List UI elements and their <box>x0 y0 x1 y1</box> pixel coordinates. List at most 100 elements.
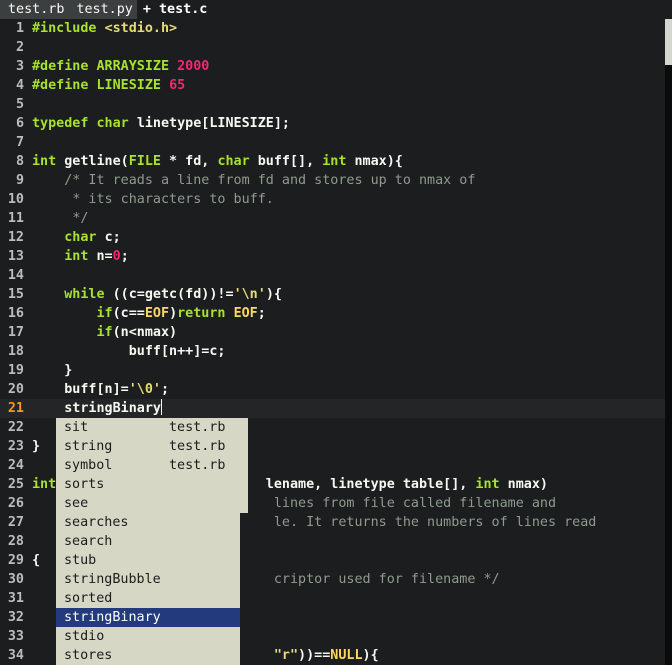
code-line[interactable]: 14 <box>0 266 665 285</box>
completion-word: stores <box>64 648 113 663</box>
line-number: 29 <box>7 553 24 568</box>
code-text: buff[n++]=c; <box>32 344 226 359</box>
line-number: 21 <box>7 401 24 416</box>
code-line[interactable]: 19 } <box>0 361 665 380</box>
completion-word: sorts <box>64 477 105 492</box>
line-number: 4 <box>15 78 24 93</box>
code-line[interactable]: 18 buff[n++]=c; <box>0 342 665 361</box>
code-token: '\n' <box>233 287 266 302</box>
code-token: criptor used for filename */ <box>273 572 500 587</box>
line-number: 26 <box>7 496 24 511</box>
tab-0[interactable]: test.rb <box>0 0 69 19</box>
code-token: le. It returns the numbers of lines read <box>273 515 597 530</box>
code-line[interactable]: 4 #define LINESIZE 65 <box>0 76 665 95</box>
completion-item[interactable]: sorts <box>56 475 240 494</box>
code-line[interactable]: 12 char c; <box>0 228 665 247</box>
completion-word: string <box>64 439 113 454</box>
code-line[interactable]: 1 #include <stdio.h> <box>0 19 665 38</box>
code-line[interactable]: 10 * its characters to buff. <box>0 190 665 209</box>
editor-scrollbar[interactable] <box>665 19 672 665</box>
code-token: ){ <box>265 287 282 302</box>
code-line[interactable]: 6 typedef char linetype[LINESIZE]; <box>0 114 665 133</box>
line-number: 2 <box>15 40 24 55</box>
code-token: char <box>217 154 258 169</box>
completion-source: test.rb <box>169 439 226 454</box>
code-token: while <box>64 287 113 302</box>
tab-1[interactable]: test.py <box>68 0 137 19</box>
code-line[interactable]: 7 <box>0 133 665 152</box>
line-number: 25 <box>7 477 24 492</box>
editor-scrollbar-thumb[interactable] <box>665 19 672 65</box>
tab-2[interactable]: + test.c <box>136 0 214 19</box>
code-line[interactable]: 15 while ((c=getc(fd))!='\n'){ <box>0 285 665 304</box>
completion-word: sit <box>64 420 89 435</box>
completion-item[interactable]: stores <box>56 646 240 665</box>
code-text: typedef char linetype[LINESIZE]; <box>32 116 290 131</box>
code-token: /* It reads a line from fd and stores up… <box>64 173 476 188</box>
completion-item[interactable]: stringBubble <box>56 570 240 589</box>
completion-item[interactable]: search <box>56 532 240 551</box>
code-line[interactable]: 13 int n=0; <box>0 247 665 266</box>
code-line[interactable]: 21 stringBinary <box>0 399 665 418</box>
line-number: 14 <box>7 268 24 283</box>
code-token: ){ <box>362 648 379 663</box>
code-token: <stdio.h> <box>104 21 178 36</box>
code-token: 0 <box>112 249 121 264</box>
code-token: 65 <box>169 78 186 93</box>
code-line[interactable]: 5 <box>0 95 665 114</box>
line-number: 33 <box>7 629 24 644</box>
code-line[interactable]: 8 int getline(FILE * fd, char buff[], int… <box>0 152 665 171</box>
code-line[interactable]: 11 */ <box>0 209 665 228</box>
code-token: nmax){ <box>354 154 403 169</box>
line-number: 20 <box>7 382 24 397</box>
code-token: typedef <box>32 116 97 131</box>
code-token: int <box>32 154 65 169</box>
completion-item[interactable]: stub <box>56 551 240 570</box>
code-token: if <box>96 325 113 340</box>
code-token: } <box>32 439 41 454</box>
tabline-fill <box>213 0 672 19</box>
code-line[interactable]: 2 <box>0 38 665 57</box>
completion-item[interactable]: stringBinary <box>56 608 240 627</box>
code-token: ARRAYSIZE <box>96 59 178 74</box>
code-line[interactable]: 9 /* It reads a line from fd and stores … <box>0 171 665 190</box>
tabline: test.rb test.py + test.c <box>0 0 672 19</box>
completion-item[interactable]: sorted <box>56 589 240 608</box>
code-token: * fd, <box>161 154 218 169</box>
line-number: 18 <box>7 344 24 359</box>
code-token: ; <box>257 306 266 321</box>
code-token: ((c=getc(fd))!= <box>112 287 234 302</box>
code-line[interactable]: 20 buff[n]='\0'; <box>0 380 665 399</box>
code-line[interactable]: 16 if(c==EOF)return EOF; <box>0 304 665 323</box>
completion-item[interactable]: stdio <box>56 627 240 646</box>
completion-popup-scrollbar[interactable] <box>240 418 248 665</box>
completion-word: stringBubble <box>64 572 161 587</box>
code-line[interactable]: 3 #define ARRAYSIZE 2000 <box>0 57 665 76</box>
completion-item[interactable]: sit test.rb <box>56 418 240 437</box>
code-line[interactable]: 17 if(n<nmax) <box>0 323 665 342</box>
code-token: ; <box>120 249 129 264</box>
code-token: ; <box>161 382 170 397</box>
completion-item[interactable]: string test.rb <box>56 437 240 456</box>
completion-popup[interactable]: sit test.rb string test.rb symbol test.rb sort… <box>56 418 240 665</box>
code-token: */ <box>72 211 89 226</box>
code-token: stringBinary <box>64 401 161 416</box>
completion-item[interactable]: searches <box>56 513 240 532</box>
completion-word: search <box>64 534 113 549</box>
line-number: 15 <box>7 287 24 302</box>
code-text: } <box>32 363 72 378</box>
completion-source: test.rb <box>169 458 226 473</box>
completion-item[interactable]: see <box>56 494 240 513</box>
completion-popup-scrollbar-thumb[interactable] <box>240 418 248 513</box>
text-cursor <box>161 399 162 415</box>
completion-item[interactable]: symbol test.rb <box>56 456 240 475</box>
code-token: int <box>475 477 508 492</box>
code-text: if(c==EOF)return EOF; <box>32 306 266 321</box>
